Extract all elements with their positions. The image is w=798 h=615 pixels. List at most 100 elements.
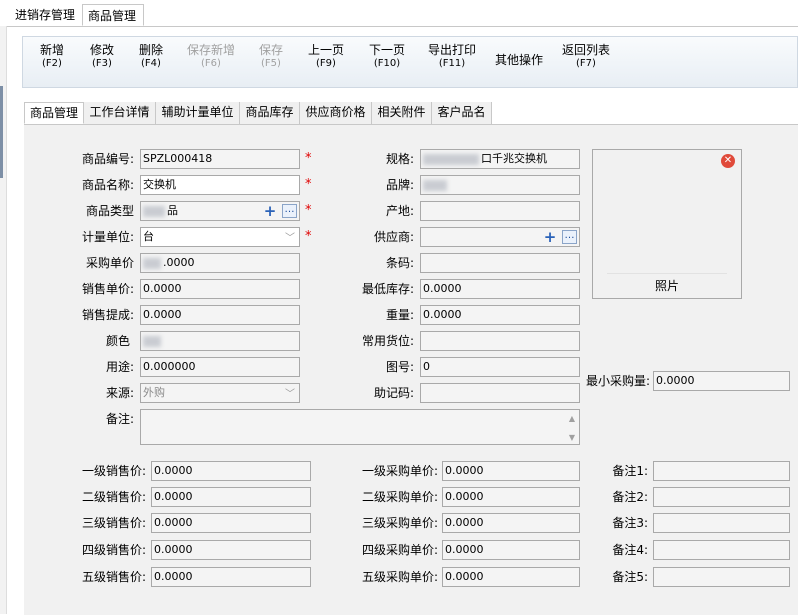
product-type-field[interactable]: 品 + … [140,201,300,221]
supplier-field[interactable]: + … [420,227,580,247]
redacted-text [423,153,479,165]
next-page-button[interactable]: 下一页 (F10) [365,43,409,71]
product-name-field[interactable]: 交换机 [140,175,300,195]
sale-level-1-field[interactable]: 0.0000 [151,461,311,481]
sale-level-5-field[interactable]: 0.0000 [151,567,311,587]
edit-button-key: (F3) [92,58,112,69]
note-2-label: 备注2: [612,490,648,504]
mnemonic-field[interactable] [420,383,580,403]
commission-label: 销售提成: [81,308,134,322]
export-print-button[interactable]: 导出打印 (F11) [425,43,479,71]
back-to-list-button[interactable]: 返回列表 (F7) [559,43,613,71]
purchase-level-1-field[interactable]: 0.0000 [442,461,580,481]
save-new-button-label: 保存新增 [186,43,235,57]
ellipsis-icon[interactable]: … [562,230,577,244]
brand-label: 品牌: [385,178,414,192]
purchase-level-3-field[interactable]: 0.0000 [442,513,580,533]
tab-customer-product-name[interactable]: 客户品名 [432,102,492,124]
unit-select[interactable]: 台 ﹀ [140,227,300,247]
tab-product-info[interactable]: 商品管理 [24,102,84,124]
tab-workbench-details[interactable]: 工作台详情 [84,102,156,124]
sale-level-2-field[interactable]: 0.0000 [151,487,311,507]
left-sidebar-strip [0,26,7,614]
previous-page-button-key: (F9) [316,58,336,69]
note-5-label: 备注5: [612,570,648,584]
note-5-field[interactable] [653,567,790,587]
chevron-down-icon[interactable]: ﹀ [285,386,295,402]
note-3-label: 备注3: [612,516,648,530]
spec-field[interactable]: 口千兆交换机 [420,149,580,169]
note-1-label: 备注1: [612,464,648,478]
chevron-down-icon[interactable]: ﹀ [285,230,295,246]
sale-level-3-field[interactable]: 0.0000 [151,513,311,533]
sale-level-4-field[interactable]: 0.0000 [151,540,311,560]
brand-field[interactable] [420,175,580,195]
tab-supplier-price[interactable]: 供应商价格 [300,102,372,124]
sale-level-4-label: 四级销售价: [81,543,146,557]
tab-attachments[interactable]: 相关附件 [372,102,432,124]
top-tab-bar: 进销存管理 商品管理 [0,0,798,27]
save-new-button-key: (F6) [201,58,221,69]
close-icon[interactable]: ✕ [721,154,735,168]
edit-button-label: 修改 [89,43,114,57]
other-actions-button-label: 其他操作 [494,53,543,67]
delete-button[interactable]: 删除 (F4) [136,43,166,71]
weight-field[interactable]: 0.0000 [420,305,580,325]
required-mark: * [305,203,312,218]
drawing-no-field[interactable]: 0 [420,357,580,377]
color-field[interactable] [140,331,300,351]
min-purchase-field[interactable]: 0.0000 [653,371,790,391]
purchase-level-5-field[interactable]: 0.0000 [442,567,580,587]
sale-level-3-label: 三级销售价: [81,516,146,530]
source-select[interactable]: 外购 ﹀ [140,383,300,403]
scroll-down-icon[interactable]: ▼ [569,433,575,442]
delete-button-label: 删除 [138,43,163,57]
next-page-button-key: (F10) [373,58,401,69]
edit-button[interactable]: 修改 (F3) [87,43,117,71]
note-3-field[interactable] [653,513,790,533]
product-code-field[interactable]: SPZL000418 [140,149,300,169]
drawing-no-label: 图号: [385,360,414,374]
save-new-button[interactable]: 保存新增 (F6) [185,43,237,71]
commission-field[interactable]: 0.0000 [140,305,300,325]
redacted-text [143,335,161,347]
sale-level-1-label: 一级销售价: [81,464,146,478]
plus-icon[interactable]: + [263,204,277,219]
min-stock-field[interactable]: 0.0000 [420,279,580,299]
source-label: 来源: [105,386,134,400]
sale-level-5-label: 五级销售价: [81,570,146,584]
other-actions-button[interactable]: 其他操作 [493,53,545,67]
toolbar: 新增 (F2) 修改 (F3) 删除 (F4) 保存新增 (F6) 保存 (F5) 上一页… [22,36,798,88]
purchase-level-2-field[interactable]: 0.0000 [442,487,580,507]
tab-aux-units[interactable]: 辅助计量单位 [156,102,240,124]
add-button[interactable]: 新增 (F2) [37,43,67,71]
usage-field[interactable]: 0.000000 [140,357,300,377]
export-print-button-label: 导出打印 [427,43,476,57]
plus-icon[interactable]: + [543,230,557,245]
scroll-up-icon[interactable]: ▲ [569,414,575,423]
export-print-button-key: (F11) [438,58,466,69]
photo-box[interactable]: ✕ 照片 [592,149,742,299]
remark-label: 备注: [105,412,134,426]
purchase-level-2-label: 二级采购单价: [361,490,438,504]
tab-product-management[interactable]: 商品管理 [82,4,144,26]
ellipsis-icon[interactable]: … [282,204,297,218]
tab-inventory-management[interactable]: 进销存管理 [10,4,80,26]
sale-price-field[interactable]: 0.0000 [140,279,300,299]
note-4-field[interactable] [653,540,790,560]
save-button-label: 保存 [258,43,283,57]
previous-page-button[interactable]: 上一页 (F9) [306,43,346,71]
note-1-field[interactable] [653,461,790,481]
product-type-value: 品 [167,204,178,217]
tab-product-stock[interactable]: 商品库存 [240,102,300,124]
save-button[interactable]: 保存 (F5) [256,43,286,71]
purchase-price-value: .0000 [163,256,195,269]
purchase-level-4-field[interactable]: 0.0000 [442,540,580,560]
note-2-field[interactable] [653,487,790,507]
location-field[interactable] [420,331,580,351]
purchase-price-field[interactable]: .0000 [140,253,300,273]
origin-field[interactable] [420,201,580,221]
note-4-label: 备注4: [612,543,648,557]
barcode-field[interactable] [420,253,580,273]
remark-textarea[interactable]: ▲ ▼ [140,409,580,445]
